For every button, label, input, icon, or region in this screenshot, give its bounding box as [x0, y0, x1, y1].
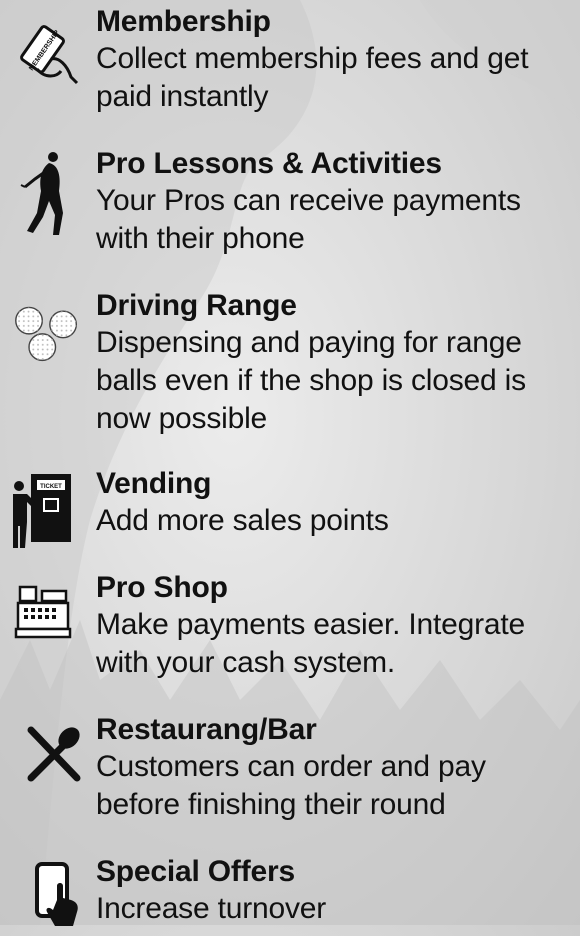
- feature-description: Dispensing and paying for range balls ev…: [96, 326, 526, 435]
- feature-description: Increase turnover: [96, 892, 327, 925]
- feature-title: Special Offers: [96, 855, 295, 888]
- feature-description: Add more sales points: [96, 504, 389, 537]
- membership-card-icon: MEMBERSHIP: [14, 12, 84, 92]
- golfer-icon: [14, 152, 84, 235]
- feature-description: Your Pros can receive payments with thei…: [96, 184, 521, 255]
- ticket-machine-icon: TICKET: [6, 470, 76, 550]
- feature-title: Vending: [96, 467, 212, 500]
- cash-register-icon: [8, 570, 78, 650]
- feature-description: Collect membership fees and get paid ins…: [96, 42, 529, 113]
- feature-description: Make payments easier. Integrate with you…: [96, 608, 526, 679]
- golf-balls-icon: [12, 292, 82, 372]
- feature-title: Restaurang/Bar: [96, 713, 317, 746]
- feature-title: Membership: [96, 5, 271, 38]
- ticket-text: TICKET: [40, 484, 62, 490]
- utensils-icon: [20, 712, 90, 792]
- phone-tap-icon: [20, 856, 90, 936]
- feature-description: Customers can order and pay before finis…: [96, 750, 486, 821]
- feature-title: Pro Lessons & Activities: [96, 147, 442, 180]
- feature-title: Pro Shop: [96, 571, 228, 604]
- feature-title: Driving Range: [96, 289, 297, 322]
